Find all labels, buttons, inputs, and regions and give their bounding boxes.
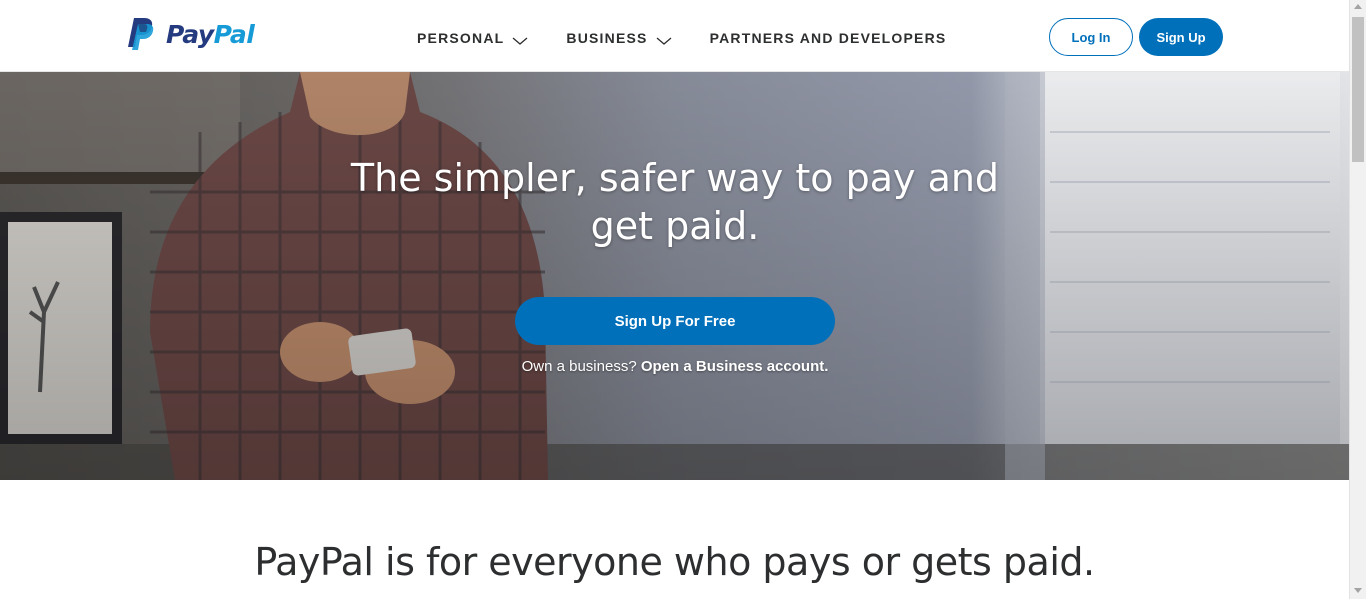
signup-button[interactable]: Sign Up xyxy=(1139,18,1223,56)
section-title: PayPal is for everyone who pays or gets … xyxy=(254,540,1095,584)
signup-free-button[interactable]: Sign Up For Free xyxy=(515,297,835,345)
nav-item-label: PERSONAL xyxy=(417,30,505,46)
scroll-down-arrow-icon[interactable] xyxy=(1354,588,1362,593)
hero-banner: The simpler, safer way to pay and get pa… xyxy=(0,72,1349,480)
nav-item-business[interactable]: BUSINESS xyxy=(566,28,672,48)
scrollbar-thumb[interactable] xyxy=(1352,17,1364,162)
site-header: PayPal PERSONAL BUSINESS PARTNERS AND DE… xyxy=(0,0,1349,72)
paypal-logo-icon xyxy=(126,16,156,52)
nav-item-label: PARTNERS AND DEVELOPERS xyxy=(709,30,947,46)
chevron-down-icon xyxy=(512,33,528,45)
business-account-prompt: Own a business? Open a Business account. xyxy=(430,358,920,375)
hero-title: The simpler, safer way to pay and get pa… xyxy=(350,156,1000,248)
paypal-logo[interactable]: PayPal xyxy=(126,16,255,52)
open-business-account-link[interactable]: Open a Business account. xyxy=(641,358,829,375)
business-prompt-text: Own a business? xyxy=(521,358,637,375)
scroll-up-arrow-icon[interactable] xyxy=(1354,4,1362,9)
main-nav: PERSONAL BUSINESS PARTNERS AND DEVELOPER… xyxy=(417,28,946,48)
login-button[interactable]: Log In xyxy=(1049,18,1133,56)
hero-background-image xyxy=(0,72,1349,480)
page-scrollbar[interactable] xyxy=(1349,0,1366,599)
chevron-down-icon xyxy=(656,33,672,45)
paypal-wordmark: PayPal xyxy=(166,19,255,49)
nav-item-partners-developers[interactable]: PARTNERS AND DEVELOPERS xyxy=(710,28,947,48)
nav-item-label: BUSINESS xyxy=(566,30,648,46)
nav-item-personal[interactable]: PERSONAL xyxy=(417,28,528,48)
